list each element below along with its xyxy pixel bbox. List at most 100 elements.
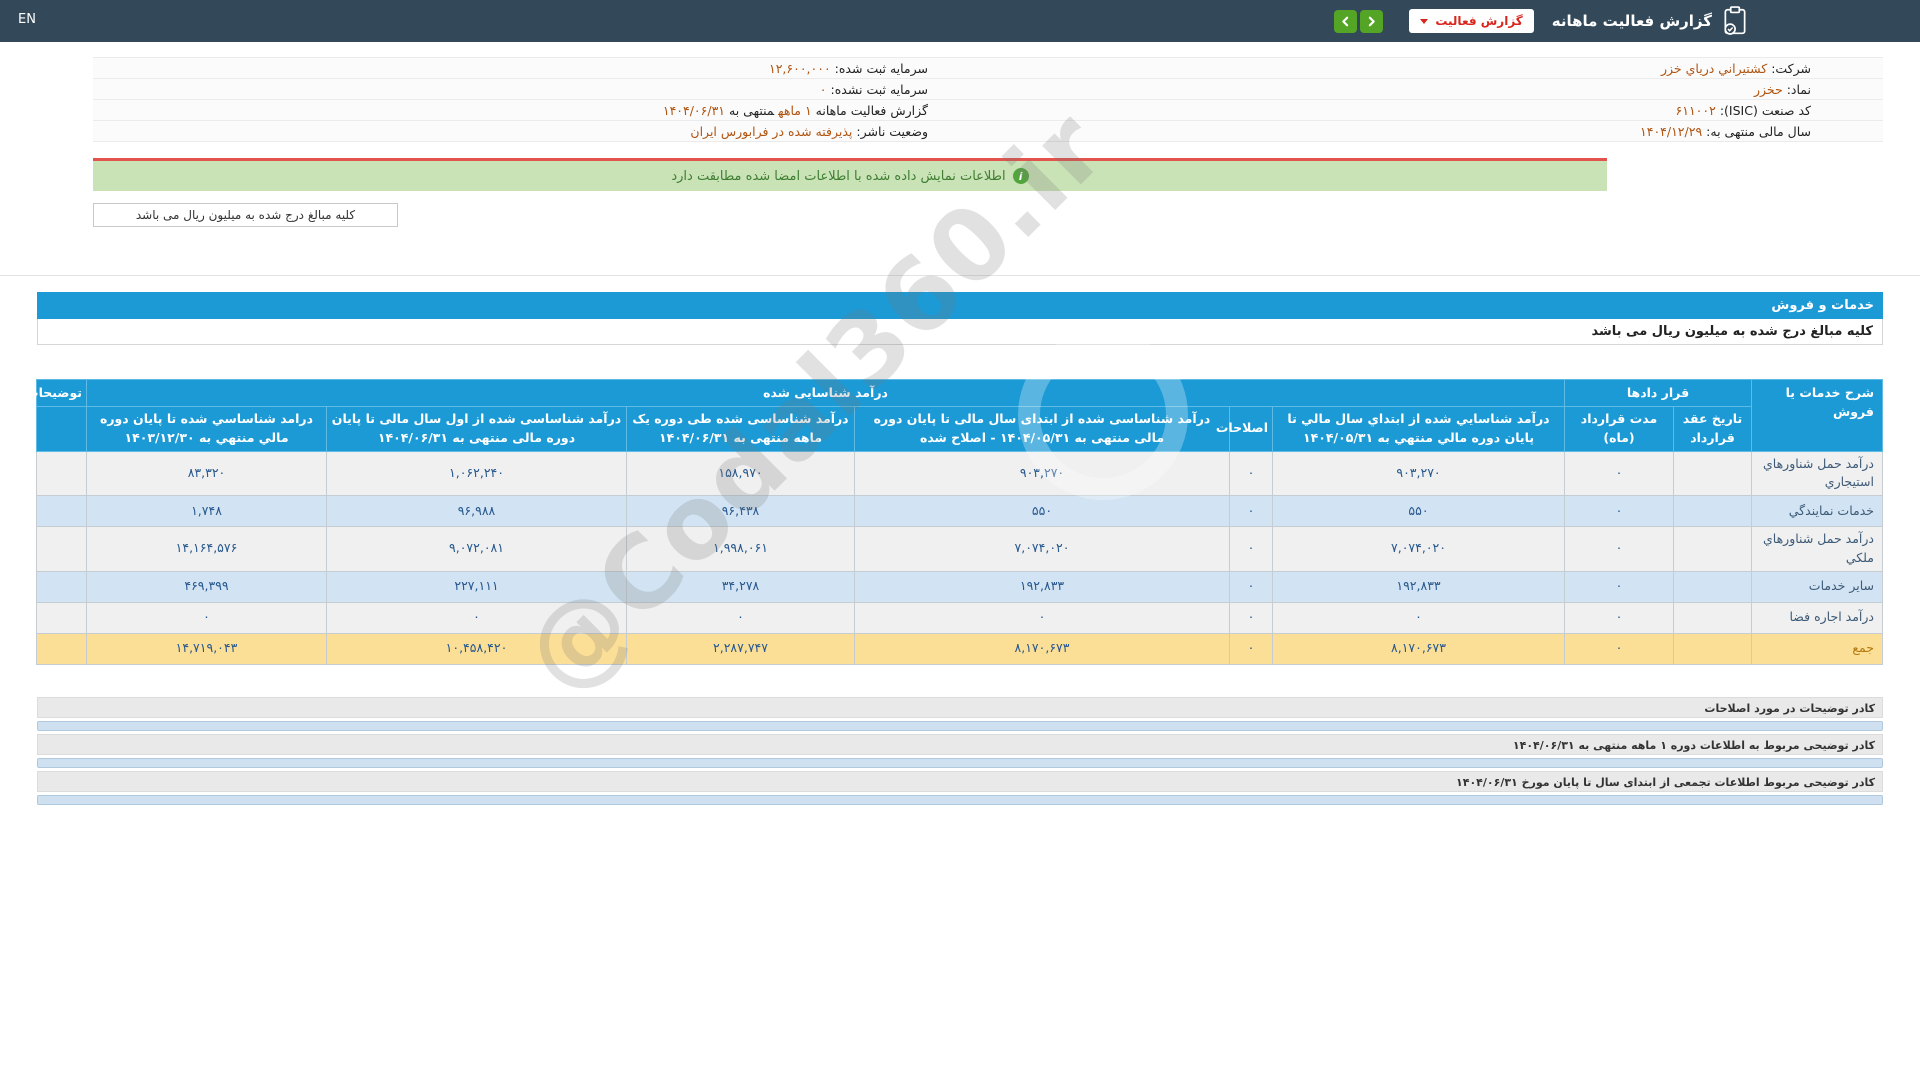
value-cell: ۰ [1229, 632, 1273, 665]
value-cell: ۱,۹۹۸,۰۶۱ [626, 526, 855, 572]
fiscal-year-value: ۱۴۰۴/۱۲/۲۹ [1640, 123, 1703, 139]
contract-date-cell [1673, 632, 1752, 665]
col-group-recognized-revenue: درآمد شناسایی شده [86, 379, 1565, 407]
value-cell: ۰ [854, 601, 1230, 634]
company-value: کشتيراني درياي خزر [1660, 60, 1768, 76]
col-header-notes-empty [36, 406, 87, 452]
col-header-revenue-to-1404-05-31: درآمد شناسايي شده از ابتداي سال مالي تا … [1272, 406, 1565, 452]
table-row: درآمد حمل شناورهاي استيجاري ۰ ۹۰۳,۲۷۰ ۰ … [36, 450, 1883, 496]
value-cell: ۰ [626, 601, 855, 634]
section-header: خدمات و فروش [37, 292, 1883, 319]
top-bar: EN گزارش فعالیت ماهانه گزارش فعالیت [0, 0, 1920, 42]
table-row: درآمد اجاره فضا ۰ ۰ ۰ ۰ ۰ ۰ ۰ [36, 601, 1883, 634]
value-cell: ۲,۲۸۷,۷۴۷ [626, 632, 855, 665]
value-cell: ۰ [1229, 495, 1273, 527]
table-row: خدمات نمايندگي ۰ ۵۵۰ ۰ ۵۵۰ ۹۶,۴۳۸ ۹۶,۹۸۸… [36, 495, 1883, 527]
company-info-table: شرکت:کشتيراني درياي خزر سرمایه ثبت شده:۱… [93, 57, 1883, 142]
value-cell: ۰ [326, 601, 627, 634]
col-header-contract-date: تاریخ عقد قرارداد [1673, 406, 1752, 452]
value-cell: ۱,۰۶۲,۲۴۰ [326, 450, 627, 496]
currency-unit-note: کلیه مبالغ درج شده به میلیون ریال می باش… [135, 208, 356, 222]
value-cell: ۳۴,۲۷۸ [626, 570, 855, 603]
chevron-left-icon [1342, 16, 1349, 26]
value-cell: ۱۵۸,۹۷۰ [626, 450, 855, 496]
value-cell: ۵۵۰ [1272, 495, 1565, 527]
report-period-end-date: ۱۴۰۴/۰۶/۳۱ [662, 102, 725, 118]
next-report-button[interactable] [1360, 9, 1384, 33]
contract-date-cell [1673, 495, 1752, 527]
value-cell: ۱۴,۷۱۹,۰۴۳ [86, 632, 327, 665]
comment-input-strip [37, 720, 1883, 731]
comment-label-cumulative: کادر توضیحی مربوط اطلاعات تجمعی از ابتدا… [37, 770, 1883, 792]
value-cell: ۹,۰۷۲,۰۸۱ [326, 526, 627, 572]
symbol-value: حخزر [1753, 81, 1783, 97]
col-header-revenue-prev-year: درامد شناساسي شده تا پايان دوره مالي منت… [86, 406, 327, 452]
value-cell: ۷,۰۷۴,۰۲۰ [1272, 526, 1565, 572]
col-header-amendments: اصلاحات [1216, 406, 1273, 452]
company-label: شرکت: [1771, 60, 1811, 76]
row-label-cell: درآمد حمل شناورهاي ملکي [1751, 526, 1883, 572]
section-unit-note: کلیه مبالغ درج شده به میلیون ریال می باش… [37, 319, 1883, 345]
services-sales-table: شرح خدمات یا فروش قرار دادها درآمد شناسا… [26, 379, 1883, 665]
value-cell: ۷,۰۷۴,۰۲۰ [854, 526, 1230, 572]
contract-date-cell [1673, 526, 1752, 572]
comment-input-strip [37, 794, 1883, 805]
info-row: کد صنعت (ISIC):۶۱۱۰۰۲ گزارش فعالیت ماهان… [93, 99, 1883, 121]
value-cell: ۱۴,۱۶۴,۵۷۶ [86, 526, 327, 572]
value-cell: ۰ [86, 601, 327, 634]
col-header-description: شرح خدمات یا فروش [1751, 379, 1883, 452]
report-type-dropdown[interactable]: گزارش فعالیت [1409, 9, 1534, 33]
registered-capital-value: ۱۲,۶۰۰,۰۰۰ [769, 60, 831, 76]
value-cell: ۴۶۹,۳۹۹ [86, 570, 327, 603]
value-cell: ۲۲۷,۱۱۱ [326, 570, 627, 603]
notes-cell [36, 526, 87, 572]
value-cell: ۰ [1229, 526, 1273, 572]
table-sum-row: جمع ۰ ۸,۱۷۰,۶۷۳ ۰ ۸,۱۷۰,۶۷۳ ۲,۲۸۷,۷۴۷ ۱۰… [36, 632, 1883, 665]
prev-report-button[interactable] [1334, 9, 1358, 33]
chevron-down-icon [1420, 18, 1429, 24]
col-header-revenue-ytd: درآمد شناساسی شده از اول سال مالی تا پای… [326, 406, 627, 452]
contract-duration-cell: ۰ [1564, 450, 1674, 496]
contract-duration-cell: ۰ [1564, 570, 1674, 603]
table-row: ساير خدمات ۰ ۱۹۲,۸۳۳ ۰ ۱۹۲,۸۳۳ ۳۴,۲۷۸ ۲۲… [36, 570, 1883, 603]
value-cell: ۱۰,۴۵۸,۴۲۰ [326, 632, 627, 665]
contract-date-cell [1673, 450, 1752, 496]
contract-duration-cell: ۰ [1564, 526, 1674, 572]
fiscal-year-label: سال مالی منتهی به: [1706, 123, 1811, 139]
language-link-en[interactable]: EN [18, 12, 36, 27]
info-row: شرکت:کشتيراني درياي خزر سرمایه ثبت شده:۱… [93, 57, 1883, 79]
value-cell: ۰ [1229, 570, 1273, 603]
contract-date-cell [1673, 570, 1752, 603]
value-cell: ۹۰۳,۲۷۰ [1272, 450, 1565, 496]
value-cell: ۸۳,۳۲۰ [86, 450, 327, 496]
comments-section: کادر توضیحات در مورد اصلاحات کادر توضیحی… [37, 696, 1883, 805]
sum-label-cell: جمع [1751, 632, 1883, 665]
col-header-revenue-amended: درآمد شناساسی شده از ابتدای سال مالی تا … [854, 406, 1230, 452]
value-cell: ۸,۱۷۰,۶۷۳ [1272, 632, 1565, 665]
issuer-status-label: وضعیت ناشر: [856, 123, 928, 139]
issuer-status-value: پذیرفته شده در فرابورس ایران [690, 123, 853, 139]
value-cell: ۱,۷۴۸ [86, 495, 327, 527]
signature-match-text: اطلاعات نمایش داده شده با اطلاعات امضا ش… [671, 168, 1006, 184]
unregistered-capital-value: ۰ [819, 81, 827, 97]
section-divider [0, 275, 1920, 276]
isic-value: ۶۱۱۰۰۲ [1675, 102, 1716, 118]
contract-duration-cell: ۰ [1564, 632, 1674, 665]
value-cell: ۰ [1229, 450, 1273, 496]
notes-cell [36, 632, 87, 665]
signature-match-banner: i اطلاعات نمایش داده شده با اطلاعات امضا… [93, 158, 1607, 191]
value-cell: ۱۹۲,۸۳۳ [1272, 570, 1565, 603]
value-cell: ۹۶,۴۳۸ [626, 495, 855, 527]
row-label-cell: درآمد حمل شناورهاي استيجاري [1751, 450, 1883, 496]
value-cell: ۵۵۰ [854, 495, 1230, 527]
notes-cell [36, 570, 87, 603]
comment-input-strip [37, 757, 1883, 768]
value-cell: ۹۰۳,۲۷۰ [854, 450, 1230, 496]
report-period-label: گزارش فعالیت ماهانه [815, 102, 928, 118]
table-group-header-row: شرح خدمات یا فروش قرار دادها درآمد شناسا… [26, 379, 1883, 452]
notes-cell [36, 601, 87, 634]
report-period-ending-label: منتهی به [729, 102, 775, 118]
value-cell: ۹۶,۹۸۸ [326, 495, 627, 527]
col-header-revenue-one-month: درآمد شناساسی شده طی دوره یک ماهه منتهی … [626, 406, 855, 452]
